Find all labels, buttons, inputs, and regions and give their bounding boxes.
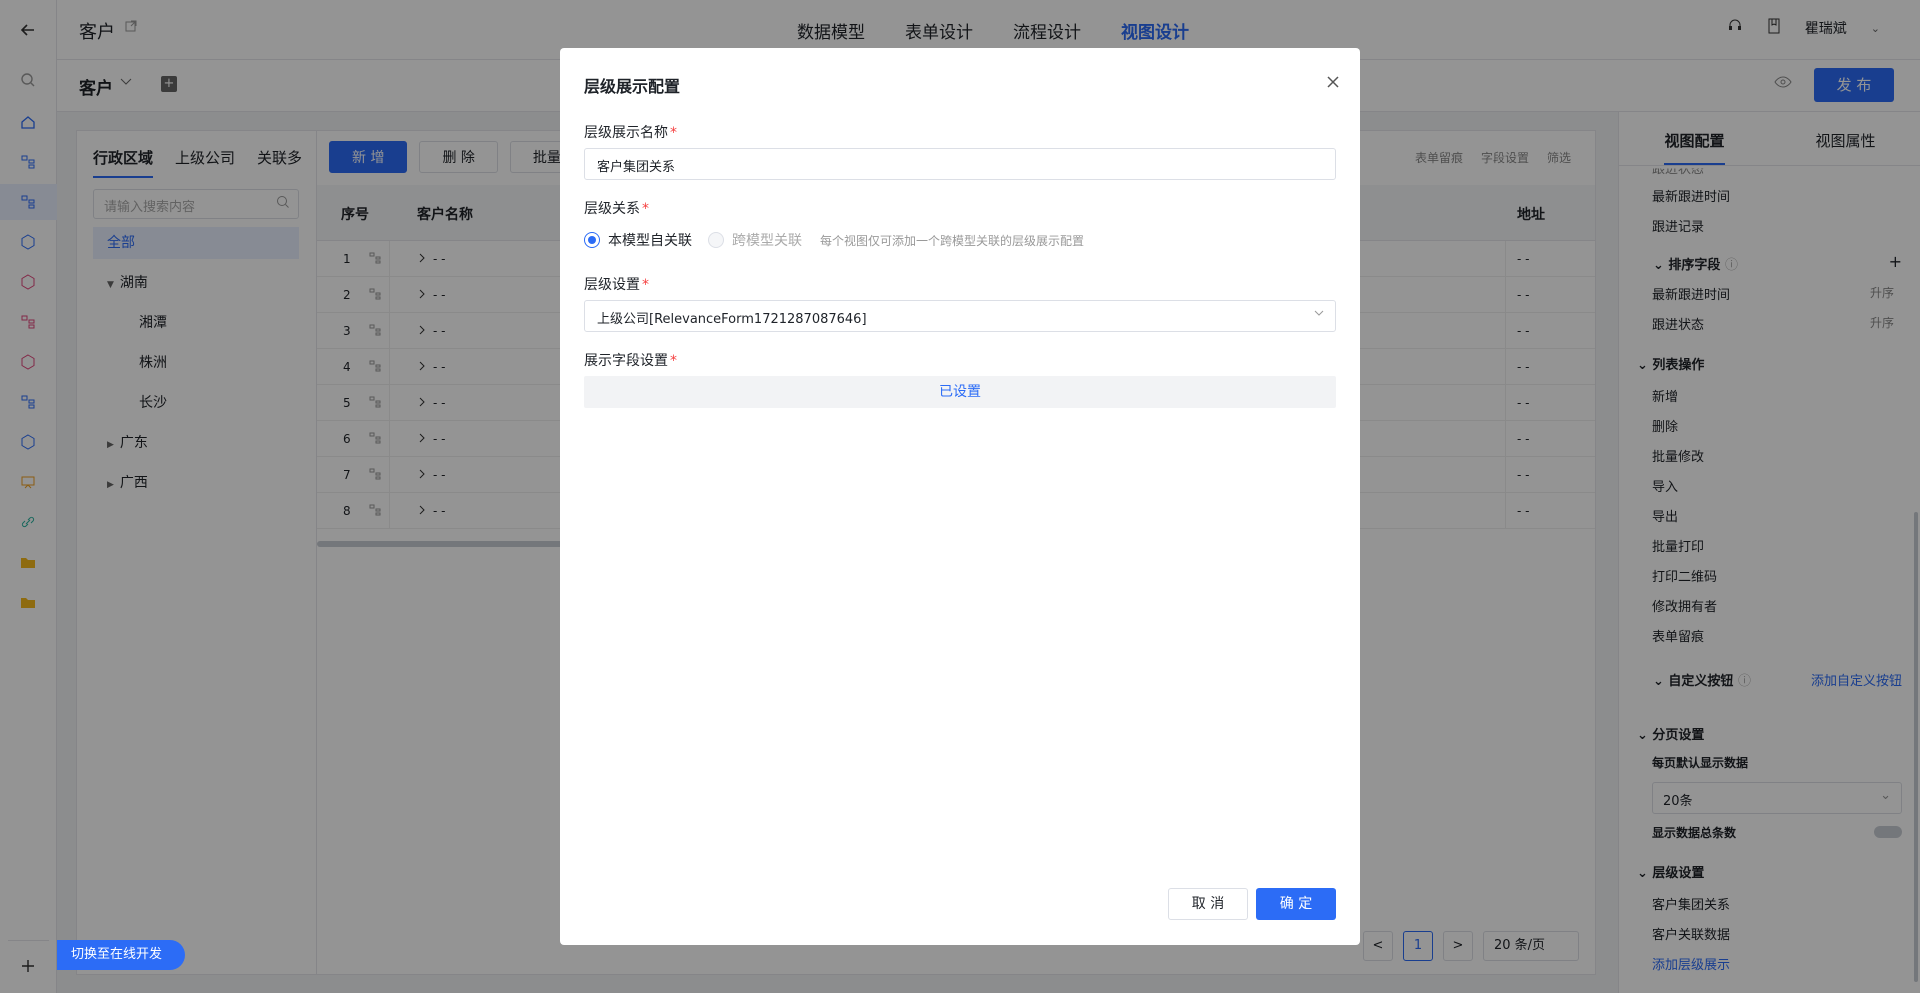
chevron-down-icon xyxy=(1313,307,1325,322)
radio-self-relation[interactable] xyxy=(584,232,600,248)
fields-setting-label: 展示字段设置 * xyxy=(584,350,677,370)
level-setting-select[interactable]: 上级公司[RelevanceForm1721287087646] xyxy=(584,300,1336,332)
close-icon[interactable] xyxy=(1326,70,1340,94)
required-mark: * xyxy=(670,353,677,369)
level-setting-label: 层级设置 * xyxy=(584,274,649,294)
radio-self-relation-label[interactable]: 本模型自关联 xyxy=(608,230,692,250)
name-label: 层级展示名称 * xyxy=(584,122,677,142)
name-label-text: 层级展示名称 xyxy=(584,125,668,141)
cancel-button[interactable]: 取 消 xyxy=(1168,888,1248,920)
required-mark: * xyxy=(642,201,649,217)
level-label-text: 层级设置 xyxy=(584,277,640,293)
fields-label-text: 展示字段设置 xyxy=(584,353,668,369)
relation-hint: 每个视图仅可添加一个跨模型关联的层级展示配置 xyxy=(820,233,1085,248)
name-input[interactable]: 客户集团关系 xyxy=(584,148,1336,180)
required-mark: * xyxy=(670,125,677,141)
confirm-button[interactable]: 确 定 xyxy=(1256,888,1336,920)
relation-radio-group: 本模型自关联 跨模型关联 每个视图仅可添加一个跨模型关联的层级展示配置 xyxy=(584,230,1084,250)
relation-label-text: 层级关系 xyxy=(584,201,640,217)
switch-online-dev-button[interactable]: 切换至在线开发 xyxy=(57,940,185,970)
relation-label: 层级关系 * xyxy=(584,198,649,218)
fields-setting-button[interactable]: 已设置 xyxy=(584,376,1336,408)
radio-cross-relation[interactable] xyxy=(708,232,724,248)
level-setting-value: 上级公司[RelevanceForm1721287087646] xyxy=(597,312,867,327)
radio-cross-relation-label[interactable]: 跨模型关联 xyxy=(732,230,802,250)
required-mark: * xyxy=(642,277,649,293)
modal-title: 层级展示配置 xyxy=(584,77,681,96)
level-display-config-modal: 层级展示配置 层级展示名称 * 客户集团关系 层级关系 * 本模型自关联 跨模型关联… xyxy=(560,48,1360,945)
